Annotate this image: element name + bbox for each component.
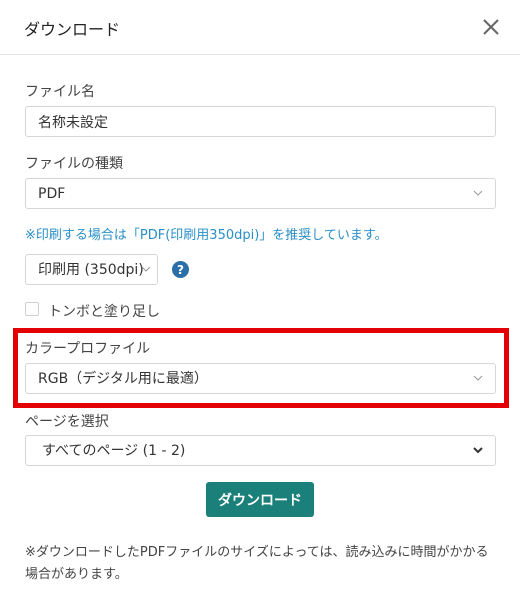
svg-text:?: ? [177, 263, 184, 277]
download-button[interactable]: ダウンロード [206, 482, 314, 517]
print-recommendation-note: ※印刷する場合は「PDF(印刷用350dpi)」を推奨しています。 [25, 228, 388, 243]
chevron-down-icon [473, 190, 483, 196]
chevron-down-icon [141, 266, 151, 272]
pages-value: すべてのページ (1 - 2) [42, 443, 186, 459]
resolution-value: 印刷用 (350dpi) [38, 262, 144, 278]
pages-label: ページを選択 [25, 414, 109, 430]
filename-label: ファイル名 [25, 84, 95, 100]
file-size-footnote: ※ダウンロードしたPDFファイルのサイズによっては、読み込みに時間がかかる場合が… [25, 545, 489, 582]
dialog-header: ダウンロード [0, 0, 520, 55]
help-icon[interactable]: ? [172, 261, 189, 278]
close-icon[interactable] [480, 16, 502, 38]
filetype-label: ファイルの種類 [25, 156, 123, 172]
filetype-value: PDF [38, 186, 66, 202]
dialog-title: ダウンロード [24, 20, 121, 39]
color-profile-value: RGB（デジタル用に最適） [38, 371, 208, 387]
color-profile-label: カラープロファイル [25, 341, 151, 357]
filetype-select[interactable]: PDF [25, 178, 496, 209]
pages-select[interactable]: すべてのページ (1 - 2) [25, 435, 496, 466]
trim-marks-checkbox[interactable] [25, 302, 39, 316]
filename-input[interactable] [25, 106, 496, 137]
color-profile-select[interactable]: RGB（デジタル用に最適） [25, 363, 496, 394]
download-dialog: ダウンロード ファイル名 ファイルの種類 PDF ※印刷する場合は「PDF(印刷… [0, 0, 520, 607]
chevron-down-icon [473, 447, 483, 454]
trim-marks-label[interactable]: トンボと塗り足し [48, 301, 160, 321]
chevron-down-icon [473, 375, 483, 381]
resolution-select[interactable]: 印刷用 (350dpi) [25, 254, 158, 285]
